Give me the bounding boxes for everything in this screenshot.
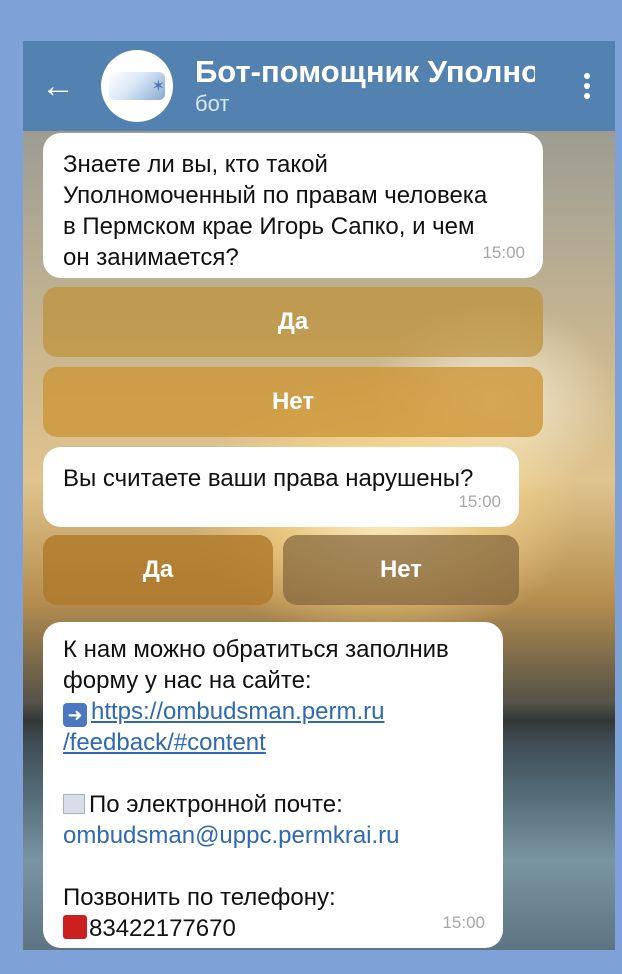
telephone-icon (63, 915, 87, 939)
message-text-line: Уполномоченный по правам человека (63, 182, 488, 209)
inline-button-yes[interactable]: Да (43, 287, 543, 357)
message-text-line: Вы считаете ваши права нарушены? (63, 465, 474, 492)
more-vertical-icon (584, 83, 590, 89)
feedback-link-line[interactable]: ➜ https://ombudsman.perm.ru (63, 696, 487, 727)
phone-screen: ← ✶ Бот-помощник Уполно бот Знаете ли вы… (23, 41, 615, 950)
message-text-line: К нам можно обратиться заполнив (63, 636, 449, 663)
back-button[interactable]: ← (23, 41, 93, 131)
email-label: По электронной почте: (89, 791, 343, 818)
mail-icon (63, 794, 85, 814)
message-time: 15:00 (442, 913, 485, 932)
more-vertical-icon (584, 73, 590, 79)
phone-label: Позвонить по телефону: (63, 884, 336, 911)
message-time: 15:00 (458, 492, 501, 511)
inline-button-no[interactable]: Нет (283, 535, 519, 605)
inline-button-yes[interactable]: Да (43, 535, 273, 605)
chat-header: ← ✶ Бот-помощник Уполно бот (23, 41, 615, 131)
feedback-link[interactable]: https://ombudsman.perm.ru (91, 698, 384, 725)
message-text-line: он занимается? (63, 244, 239, 271)
message-text-line: Знаете ли вы, кто такой (63, 151, 328, 178)
message-bubble[interactable]: Вы считаете ваши права нарушены? 15:00 (43, 447, 519, 527)
message-time: 15:00 (482, 243, 525, 262)
inline-button-no[interactable]: Нет (43, 367, 543, 437)
chat-title-block[interactable]: Бот-помощник Уполно бот (195, 54, 535, 118)
email-link[interactable]: ombudsman@uppc.permkrai.ru (63, 822, 400, 849)
email-label-line: По электронной почте: (63, 789, 487, 820)
arrow-left-icon[interactable]: ← (41, 67, 75, 106)
chat-subtitle: бот (195, 91, 230, 116)
message-text-line: форму у нас на сайте: (63, 667, 312, 694)
arrow-right-icon: ➜ (63, 703, 87, 727)
avatar[interactable]: ✶ (101, 50, 173, 122)
feedback-link[interactable]: /feedback/#content (63, 729, 266, 756)
message-text-line: в Пермском крае Игорь Сапко, и чем (63, 213, 475, 240)
phone-number[interactable]: 83422177670 (89, 915, 236, 942)
more-vertical-icon (584, 93, 590, 99)
message-bubble[interactable]: К нам можно обратиться заполнив форму у … (43, 622, 503, 948)
chat-title: Бот-помощник Уполно (195, 54, 535, 89)
phone-line[interactable]: 83422177670 (63, 913, 487, 944)
more-menu-button[interactable] (559, 41, 615, 131)
message-bubble[interactable]: Знаете ли вы, кто такой Уполномоченный п… (43, 133, 543, 278)
star-icon: ✶ (151, 78, 165, 95)
